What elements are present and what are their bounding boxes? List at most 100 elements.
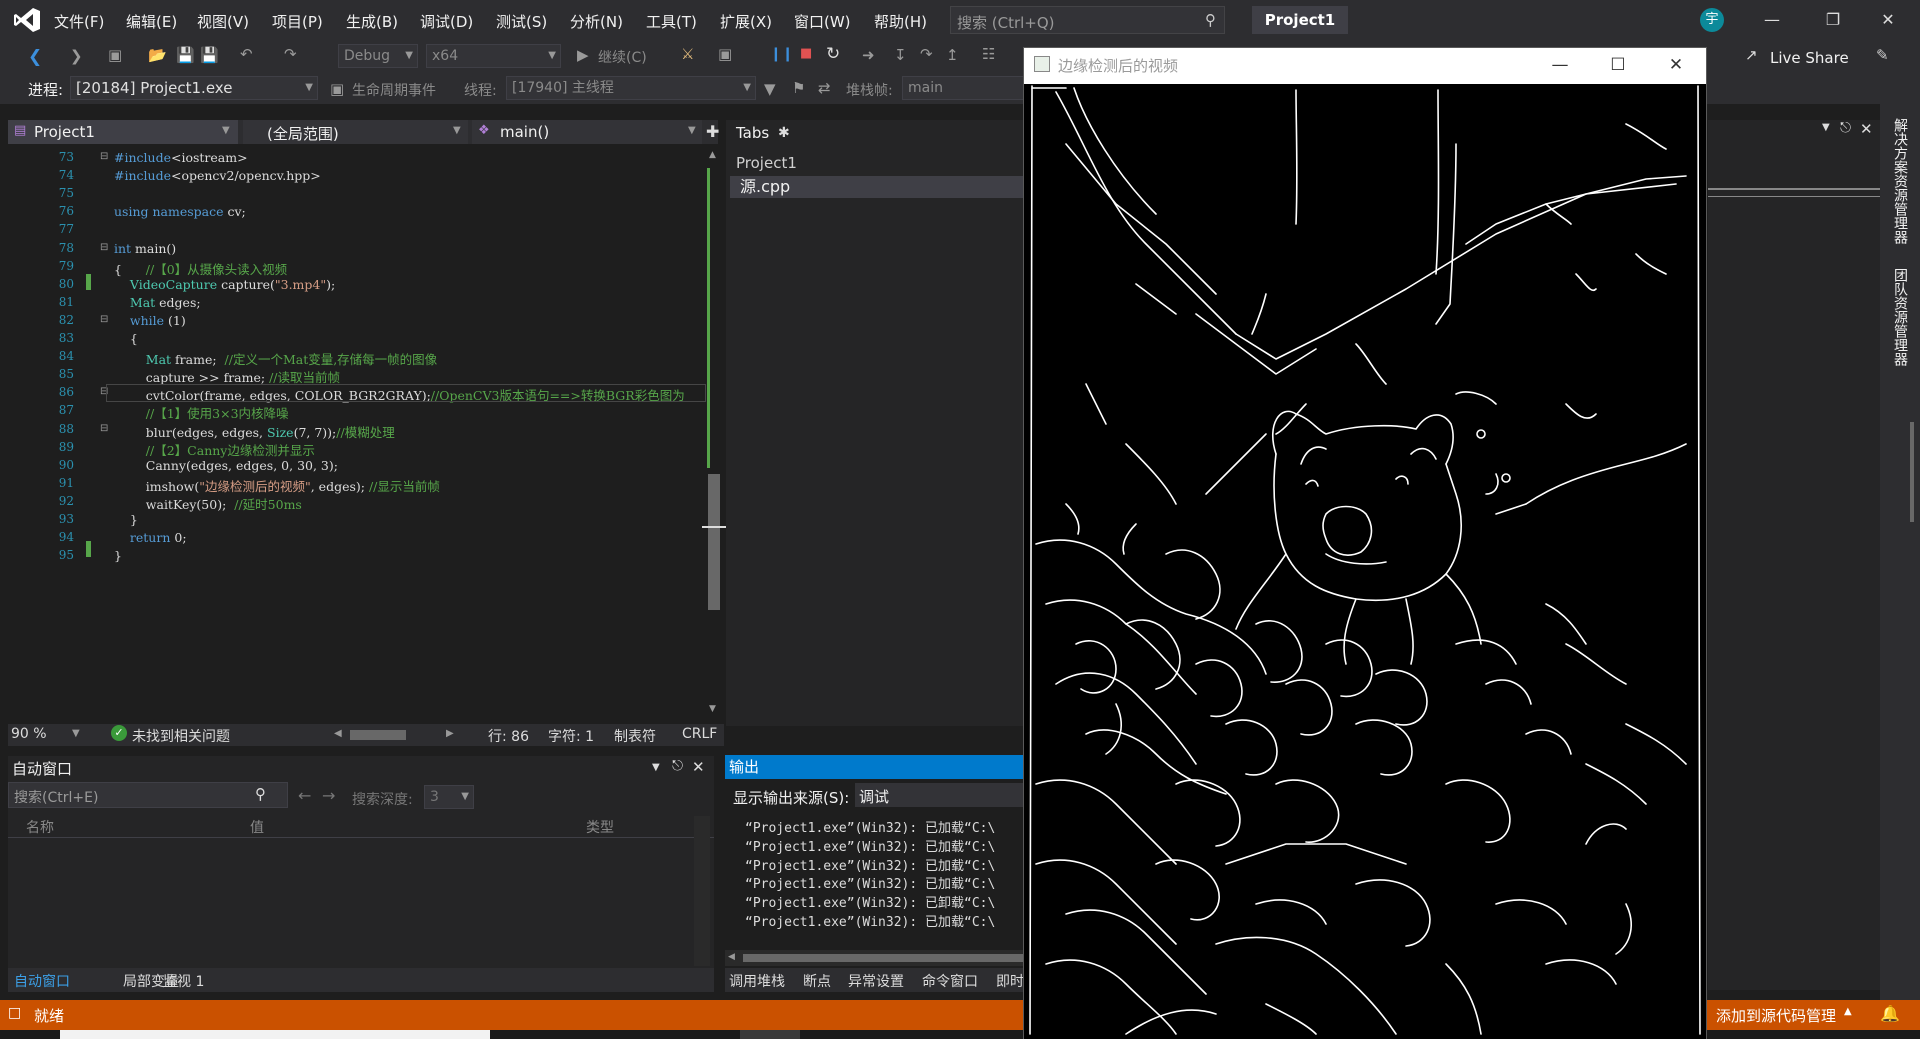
menu-view[interactable]: 视图(V) [197, 11, 249, 32]
search-back-icon[interactable]: ← [298, 786, 311, 805]
tab-command-window[interactable]: 命令窗口 [922, 971, 978, 991]
new-project-icon[interactable]: ▣ [108, 46, 122, 64]
fold-icon[interactable]: ⊟ [100, 423, 108, 434]
code-line[interactable]: Mat frame; //定义一个Mat变量,存储每一帧的图像 [114, 349, 437, 368]
minimize-icon[interactable]: — [1757, 8, 1787, 32]
code-line[interactable]: VideoCapture capture("3.mp4"); [114, 277, 335, 292]
code-line[interactable]: //【2】Canny边缘检测并显示 [114, 440, 315, 459]
flag-icon[interactable]: ⚑ [792, 79, 805, 97]
show-next-statement-icon[interactable]: ➜ [862, 46, 875, 64]
lifecycle-icon[interactable]: ▣ [330, 80, 344, 98]
code-line[interactable]: imshow("边缘检测后的视频", edges); //显示当前帧 [114, 476, 440, 495]
tabs-file-item[interactable]: 源.cpp [730, 176, 1026, 198]
code-line[interactable]: int main() [114, 241, 176, 256]
code-line[interactable]: } [114, 512, 138, 527]
code-line[interactable]: Canny(edges, edges, 0, 30, 3); [114, 458, 338, 473]
code-line[interactable]: { [114, 331, 138, 346]
pin-icon[interactable]: ⎋ [1840, 120, 1851, 136]
col-name[interactable]: 名称 [26, 817, 54, 837]
tab-autos[interactable]: 自动窗口 [14, 971, 70, 991]
code-line[interactable]: #include<opencv2/opencv.hpp> [114, 168, 321, 183]
menu-file[interactable]: 文件(F) [54, 11, 104, 32]
tab-indicator[interactable]: 制表符 [614, 726, 656, 746]
horizontal-scroll-thumb[interactable] [350, 730, 406, 740]
fold-icon[interactable]: ⊟ [100, 242, 108, 253]
output-hscroll[interactable]: ◀ [725, 950, 1026, 966]
fold-icon[interactable]: ⊟ [100, 151, 108, 162]
char-indicator[interactable]: 字符: 1 [548, 726, 594, 746]
code-line[interactable]: #include<iostream> [114, 150, 248, 165]
menu-analyze[interactable]: 分析(N) [570, 11, 623, 32]
live-share-icon[interactable]: ↗ [1745, 46, 1758, 64]
line-indicator[interactable]: 行: 86 [488, 726, 529, 746]
hex-display-icon[interactable]: ☷ [982, 45, 995, 63]
fold-icon[interactable]: ⊟ [100, 314, 108, 325]
function-select[interactable]: ❖ main() ▼ [472, 120, 702, 144]
open-folder-icon[interactable]: 📂 [148, 46, 167, 64]
code-line[interactable]: { //【0】从摄像头读入视频 [114, 259, 287, 278]
menu-help[interactable]: 帮助(H) [874, 11, 927, 32]
close-icon[interactable]: ✕ [1873, 8, 1903, 32]
solution-explorer-tab[interactable]: 解决方案资源管理器 [1890, 118, 1910, 244]
step-over-icon[interactable]: ↷ [920, 45, 933, 63]
scope-select[interactable]: (全局范围) ▼ [243, 120, 468, 144]
live-share-button[interactable]: Live Share [1770, 49, 1849, 67]
filter-icon[interactable]: ▼ [764, 80, 776, 98]
code-line[interactable]: return 0; [114, 530, 187, 545]
output-line[interactable]: “Project1.exe”(Win32): 已加载“C:\ [745, 817, 995, 836]
dropdown-icon[interactable]: ▼ [652, 762, 660, 773]
output-hscroll-thumb[interactable] [743, 954, 1023, 962]
scroll-left-icon[interactable]: ◀ [728, 952, 735, 962]
code-line[interactable]: using namespace cv; [114, 204, 246, 219]
step-into-icon[interactable]: ↧ [894, 46, 907, 64]
tab-exception-settings[interactable]: 异常设置 [848, 971, 904, 991]
output-source-select[interactable]: 调试 [855, 783, 1026, 807]
project-scope-select[interactable]: ▤ Project1 ▼ [8, 120, 238, 144]
menu-edit[interactable]: 编辑(E) [126, 11, 177, 32]
tab-call-stack[interactable]: 调用堆栈 [729, 971, 785, 991]
avatar[interactable]: 宇 [1700, 8, 1724, 32]
menu-debug[interactable]: 调试(D) [420, 11, 473, 32]
save-icon[interactable]: 💾 [176, 46, 195, 64]
redo-icon[interactable]: ↷ [284, 45, 297, 63]
pin-icon[interactable]: ⎋ [672, 758, 683, 774]
step-out-icon[interactable]: ↥ [946, 46, 959, 64]
visual-studio-logo-icon[interactable] [12, 6, 42, 34]
autos-scrollbar[interactable] [694, 816, 710, 966]
eol-indicator[interactable]: CRLF [682, 726, 717, 742]
menu-build[interactable]: 生成(B) [346, 11, 398, 32]
scroll-down-icon[interactable]: ▼ [709, 704, 716, 714]
scroll-left-icon[interactable]: ◀ [334, 728, 342, 739]
chevron-up-icon[interactable]: ▲ [1844, 1006, 1852, 1017]
code-line[interactable]: //【1】使用3×3内核降噪 [114, 403, 289, 422]
tab-breakpoints[interactable]: 断点 [803, 971, 831, 991]
output-line[interactable]: “Project1.exe”(Win32): 已加载“C:\ [745, 836, 995, 855]
output-line[interactable]: “Project1.exe”(Win32): 已加载“C:\ [745, 911, 995, 930]
search-depth-select[interactable]: 3 ▼ [424, 785, 474, 809]
output-line[interactable]: “Project1.exe”(Win32): 已加载“C:\ [745, 873, 995, 892]
save-all-icon[interactable]: 💾 [200, 46, 219, 64]
col-value[interactable]: 值 [250, 817, 264, 837]
menu-window[interactable]: 窗口(W) [794, 11, 851, 32]
restart-icon[interactable]: ↻ [826, 44, 840, 64]
menu-extensions[interactable]: 扩展(X) [720, 11, 772, 32]
autos-search-input[interactable]: 搜索(Ctrl+E) ⚲ [8, 782, 288, 808]
attach-icon[interactable]: ⚔ [681, 45, 694, 63]
minimize-icon[interactable]: — [1540, 52, 1580, 78]
undo-icon[interactable]: ↶ [240, 45, 253, 63]
stack-frame-select[interactable]: main [902, 76, 1024, 100]
close-icon[interactable]: ✕ [1656, 52, 1696, 78]
browser-link-icon[interactable]: ▣ [718, 45, 732, 63]
configuration-select[interactable]: Debug ▼ [338, 44, 418, 68]
code-line[interactable]: waitKey(50); //延时50ms [114, 494, 302, 513]
process-select[interactable]: [20184] Project1.exe ▼ [70, 76, 318, 100]
code-line[interactable]: blur(edges, edges, Size(7, 7));//模糊处理 [114, 422, 395, 441]
zoom-select[interactable]: 90 % [11, 726, 47, 742]
taskbar-item[interactable] [740, 1030, 800, 1039]
pause-icon[interactable]: ❙❙ [770, 46, 793, 62]
scroll-right-icon[interactable]: ▶ [446, 728, 454, 739]
output-line[interactable]: “Project1.exe”(Win32): 已加载“C:\ [745, 855, 995, 874]
feedback-icon[interactable]: ✎ [1876, 46, 1889, 64]
code-line[interactable]: while (1) [114, 313, 186, 328]
scroll-thumb[interactable] [708, 474, 720, 610]
